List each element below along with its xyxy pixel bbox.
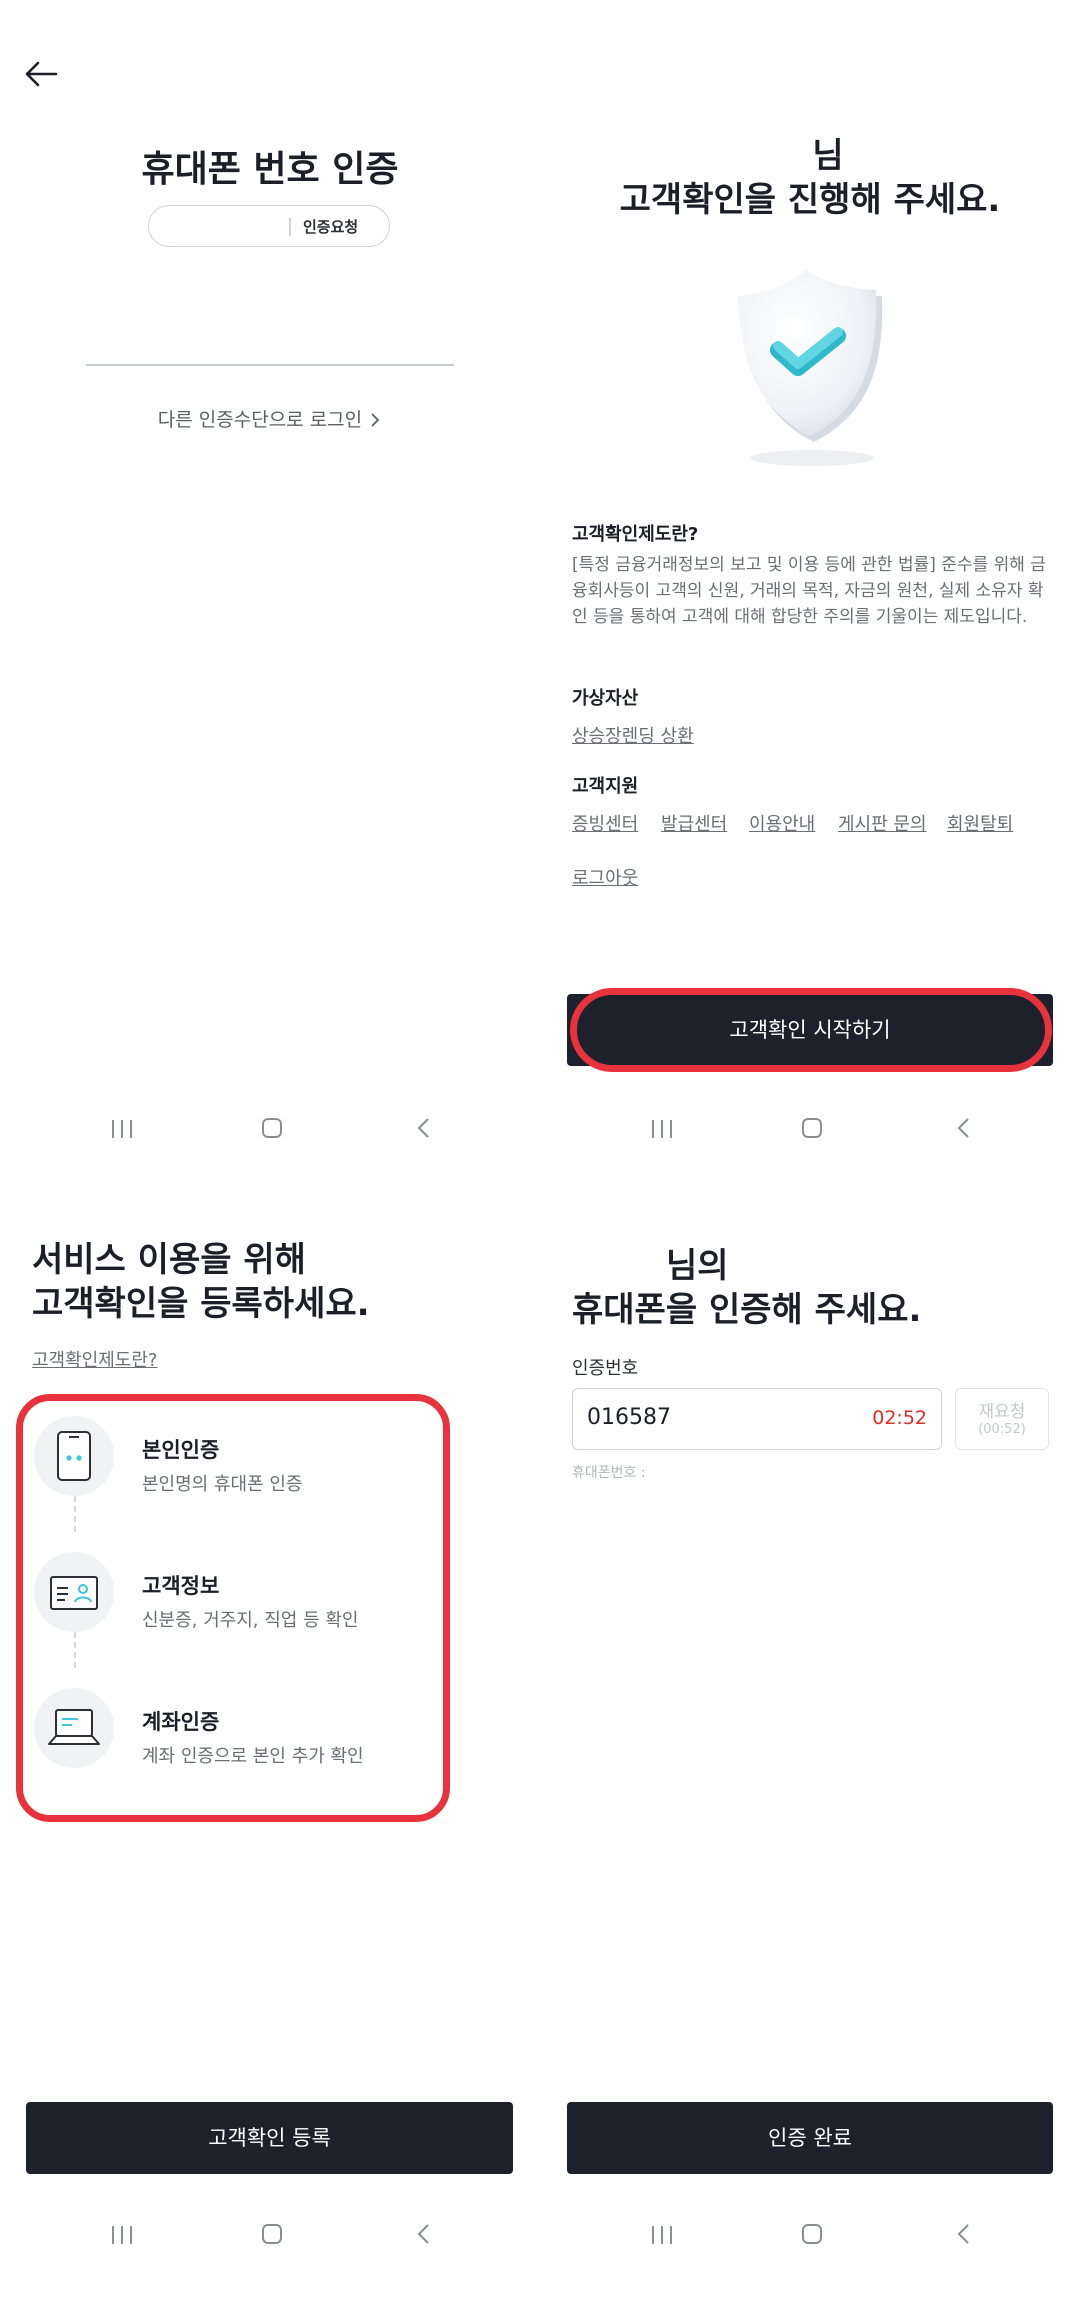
verify-complete-button[interactable]: 인증 완료 [567, 2102, 1053, 2174]
highlight-outline [570, 988, 1052, 1072]
home-icon[interactable] [252, 1108, 292, 1148]
register-button[interactable]: 고객확인 등록 [26, 2102, 513, 2174]
support-link-issue[interactable]: 발급센터 [661, 810, 727, 836]
asset-link[interactable]: 상승장렌딩 상환 [572, 722, 694, 748]
code-label: 인증번호 [572, 1358, 639, 1379]
other-login-label: 다른 인증수단으로 로그인 [157, 409, 363, 431]
code-timer: 02:52 [872, 1407, 927, 1429]
home-icon[interactable] [792, 2214, 832, 2254]
info-text: [특정 금융거래정보의 보고 및 이용 등에 관한 법률] 준수를 위해 금융회… [572, 555, 1046, 627]
other-login-link[interactable]: 다른 인증수단으로 로그인 [0, 405, 540, 432]
nav-back-icon[interactable] [944, 1108, 984, 1148]
title-line-1: 서비스 이용을 위해 [32, 1240, 306, 1280]
home-icon[interactable] [792, 1108, 832, 1148]
resend-button[interactable]: 재요청 (00:52) [955, 1388, 1049, 1450]
recent-apps-icon[interactable] [642, 1108, 682, 1148]
highlight-outline [16, 1394, 450, 1822]
page-title: 휴대폰을 인증해 주세요. [572, 1290, 922, 1330]
divider [289, 218, 291, 236]
phone-input[interactable]: 인증요청 [148, 205, 390, 247]
divider [86, 364, 454, 366]
title-line-2: 고객확인을 등록하세요. [32, 1284, 370, 1324]
phone-number-label: 휴대폰번호 : [572, 1465, 646, 1481]
page-title: 휴대폰 번호 인증 [141, 149, 399, 190]
page-title: 서비스 이용을 위해 고객확인을 등록하세요. [32, 1238, 512, 1326]
logout-link[interactable]: 로그아웃 [572, 864, 638, 890]
shield-check-icon [722, 262, 902, 472]
support-link-board[interactable]: 게시판 문의 [838, 810, 927, 836]
recent-apps-icon[interactable] [642, 2214, 682, 2254]
request-button[interactable]: 인증요청 [303, 216, 358, 237]
support-link-proof[interactable]: 증빙센터 [572, 810, 638, 836]
recent-apps-icon[interactable] [102, 2214, 142, 2254]
home-icon[interactable] [252, 2214, 292, 2254]
resend-timer: (00:52) [978, 1422, 1026, 1437]
support-link-guide[interactable]: 이용안내 [749, 810, 815, 836]
user-name-heading: 님의 [666, 1246, 729, 1286]
system-navbar [0, 1108, 540, 1168]
section-title-support: 고객지원 [572, 776, 639, 797]
chevron-right-icon [368, 409, 382, 431]
code-input[interactable]: 016587 02:52 [572, 1388, 942, 1450]
system-navbar [0, 2214, 540, 2274]
page-title: 고객확인을 진행해 주세요. [619, 180, 1001, 220]
section-title-asset: 가상자산 [572, 688, 639, 709]
resend-label: 재요청 [978, 1402, 1026, 1422]
nav-back-icon[interactable] [944, 2214, 984, 2254]
recent-apps-icon[interactable] [102, 1108, 142, 1148]
nav-back-icon[interactable] [404, 2214, 444, 2254]
system-navbar [540, 1108, 1080, 1168]
back-arrow-icon[interactable] [20, 52, 64, 96]
user-name-heading: 님 [812, 136, 844, 176]
kyc-info-link[interactable]: 고객확인제도란? [32, 1346, 157, 1372]
info-title: 고객확인제도란? [572, 524, 699, 545]
support-link-withdraw[interactable]: 회원탈퇴 [947, 810, 1013, 836]
system-navbar [540, 2214, 1080, 2274]
code-value: 016587 [587, 1405, 671, 1430]
nav-back-icon[interactable] [404, 1108, 444, 1148]
